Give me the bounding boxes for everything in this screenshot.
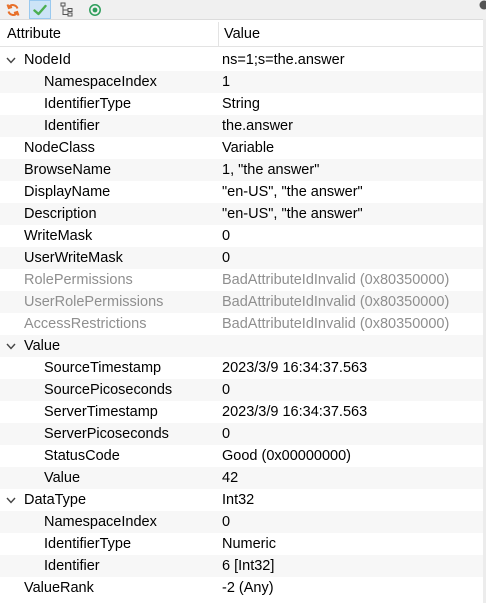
attribute-value: 2023/3/9 16:34:37.563 (222, 360, 368, 376)
attribute-name: Description (24, 206, 97, 222)
tree-row[interactable]: NamespaceIndex 1 (0, 71, 486, 93)
attribute-name: Value (24, 338, 61, 354)
attribute-value: 0 (222, 250, 231, 266)
attribute-name: WriteMask (24, 228, 93, 244)
tree-row[interactable]: Value 42 (0, 467, 486, 489)
tree-row[interactable]: NodeClass Variable (0, 137, 486, 159)
tree-row[interactable]: ValueRank -2 (Any) (0, 577, 486, 599)
tree-row[interactable]: DataType Int32 (0, 489, 486, 511)
monitor-button[interactable] (84, 0, 106, 19)
tree-row[interactable]: Description "en-US", "the answer" (0, 203, 486, 225)
tree-row[interactable]: SourcePicoseconds 0 (0, 379, 486, 401)
tree-view-icon (60, 2, 74, 17)
tree-view-button[interactable] (56, 0, 78, 19)
attribute-name: Identifier (44, 558, 100, 574)
attribute-value: the.answer (222, 118, 293, 134)
attribute-value: -2 (Any) (222, 580, 274, 596)
attribute-value: ns=1;s=the.answer (222, 52, 345, 68)
attribute-name: RolePermissions (24, 272, 133, 288)
attribute-name: NamespaceIndex (44, 514, 157, 530)
attribute-name: IdentifierType (44, 536, 132, 552)
attribute-name: UserRolePermissions (24, 294, 164, 310)
attribute-name: ServerTimestamp (44, 404, 158, 420)
tree-row[interactable]: Identifier the.answer (0, 115, 486, 137)
attribute-name: SourceTimestamp (44, 360, 162, 376)
refresh-icon (6, 3, 20, 17)
window-control-icon[interactable] (476, 0, 486, 12)
chevron-down-icon[interactable] (4, 489, 18, 511)
tree-row[interactable]: SourceTimestamp 2023/3/9 16:34:37.563 (0, 357, 486, 379)
attribute-name: AccessRestrictions (24, 316, 147, 332)
attribute-value: 6 [Int32] (222, 558, 275, 574)
attribute-value: 0 (222, 514, 231, 530)
attribute-value: 0 (222, 382, 231, 398)
attribute-name: ServerPicoseconds (44, 426, 169, 442)
tree-row[interactable]: NamespaceIndex 0 (0, 511, 486, 533)
attribute-column-header[interactable]: Attribute (7, 26, 61, 42)
attribute-name: NodeId (24, 52, 71, 68)
attribute-value: 0 (222, 426, 231, 442)
attribute-value: Numeric (222, 536, 276, 552)
attribute-value: "en-US", "the answer" (222, 206, 363, 222)
tree-row[interactable]: AccessRestrictions BadAttributeIdInvalid … (0, 313, 486, 335)
attribute-name: NodeClass (24, 140, 95, 156)
attribute-name: UserWriteMask (24, 250, 123, 266)
attribute-name: SourcePicoseconds (44, 382, 173, 398)
attribute-value: Variable (222, 140, 275, 156)
attribute-name: IdentifierType (44, 96, 132, 112)
tree-row[interactable]: NodeId ns=1;s=the.answer (0, 49, 486, 71)
attribute-value: String (222, 96, 260, 112)
attribute-value: 2023/3/9 16:34:37.563 (222, 404, 368, 420)
attribute-name: NamespaceIndex (44, 74, 157, 90)
toolbar (0, 0, 486, 20)
refresh-button[interactable] (2, 0, 24, 19)
chevron-down-icon[interactable] (4, 49, 18, 71)
tree-row[interactable]: IdentifierType Numeric (0, 533, 486, 555)
tree-row[interactable]: BrowseName 1, "the answer" (0, 159, 486, 181)
attribute-name: DataType (24, 492, 87, 508)
attribute-value: BadAttributeIdInvalid (0x80350000) (222, 294, 450, 310)
chevron-down-icon[interactable] (4, 335, 18, 357)
tree-row[interactable]: WriteMask 0 (0, 225, 486, 247)
attribute-value: BadAttributeIdInvalid (0x80350000) (222, 316, 450, 332)
column-header: Attribute Value (0, 22, 486, 47)
attribute-value: Good (0x00000000) (222, 448, 351, 464)
attribute-value: "en-US", "the answer" (222, 184, 363, 200)
attribute-name: DisplayName (24, 184, 111, 200)
validate-button[interactable] (29, 0, 51, 19)
tree-row[interactable]: Value (0, 335, 486, 357)
attribute-value: 42 (222, 470, 239, 486)
value-column-header[interactable]: Value (224, 26, 260, 42)
attribute-name: BrowseName (24, 162, 112, 178)
tree-row[interactable]: RolePermissions BadAttributeIdInvalid (0x… (0, 269, 486, 291)
tree-row[interactable]: UserRolePermissions BadAttributeIdInvalid… (0, 291, 486, 313)
attribute-value: 1 (222, 74, 231, 90)
tree-row[interactable]: UserWriteMask 0 (0, 247, 486, 269)
checkmark-icon (33, 4, 47, 16)
attribute-tree: NodeId ns=1;s=the.answer NamespaceIndex 1 Id… (0, 49, 486, 599)
tree-row[interactable]: StatusCode Good (0x00000000) (0, 445, 486, 467)
attribute-name: Value (44, 470, 81, 486)
attribute-name: ValueRank (24, 580, 94, 596)
radio-target-icon (88, 3, 102, 17)
attribute-value: Int32 (222, 492, 255, 508)
attribute-value: BadAttributeIdInvalid (0x80350000) (222, 272, 450, 288)
tree-row[interactable]: IdentifierType String (0, 93, 486, 115)
attribute-value: 0 (222, 228, 231, 244)
tree-row[interactable]: ServerPicoseconds 0 (0, 423, 486, 445)
attribute-name: Identifier (44, 118, 100, 134)
tree-row[interactable]: Identifier 6 [Int32] (0, 555, 486, 577)
attribute-name: StatusCode (44, 448, 120, 464)
tree-row[interactable]: ServerTimestamp 2023/3/9 16:34:37.563 (0, 401, 486, 423)
tree-row[interactable]: DisplayName "en-US", "the answer" (0, 181, 486, 203)
attribute-value: 1, "the answer" (222, 162, 320, 178)
column-divider[interactable] (218, 22, 219, 46)
